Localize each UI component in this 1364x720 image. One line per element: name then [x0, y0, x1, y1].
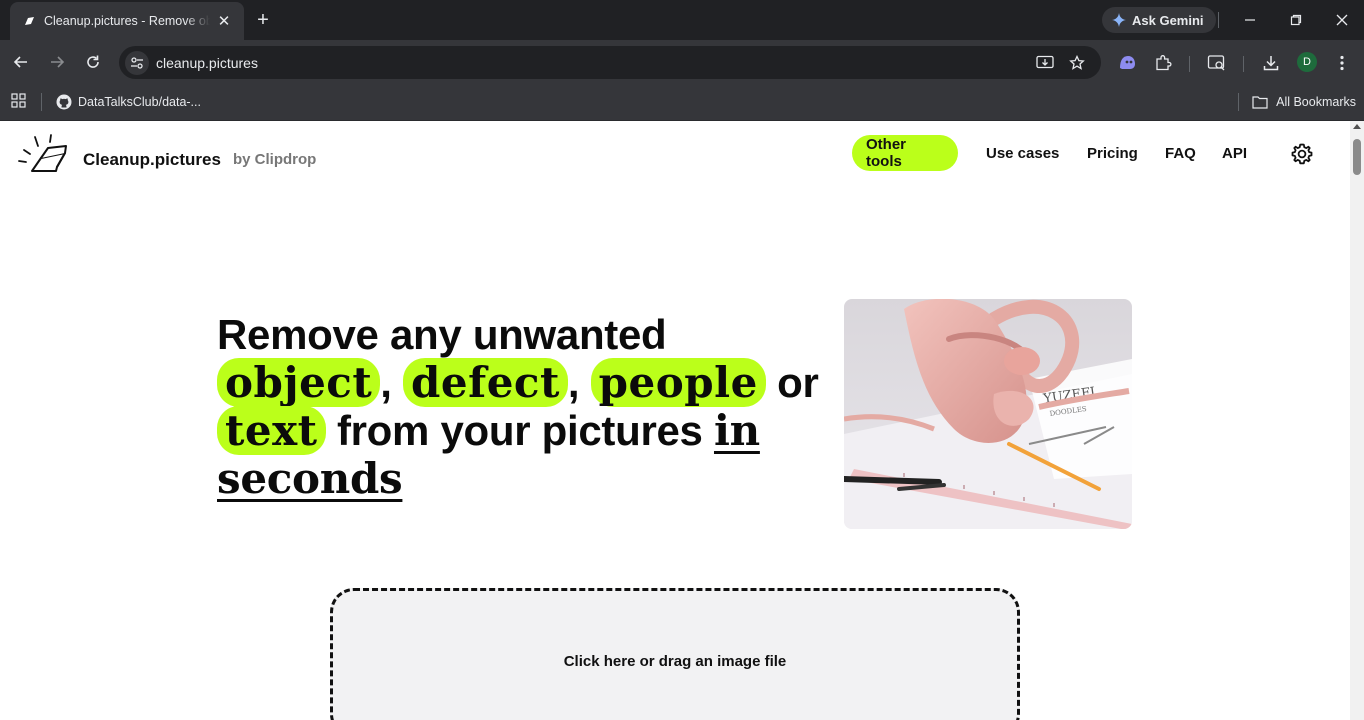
active-tab[interactable]: Cleanup.pictures - Remove objects ✕: [10, 2, 244, 40]
hero-example-photo: YUZEFI DOODLES: [844, 299, 1132, 529]
reload-icon[interactable]: [81, 50, 105, 74]
headline-seconds: seconds: [217, 454, 403, 503]
bookmark-datatalksclub[interactable]: DataTalksClub/data-...: [56, 92, 201, 112]
tab-bar: Cleanup.pictures - Remove objects ✕ + As…: [0, 0, 1364, 40]
extension-ghost-icon[interactable]: [1116, 52, 1138, 74]
headline-in: in: [713, 406, 760, 455]
brand-name[interactable]: Cleanup.pictures: [83, 150, 221, 170]
bookmarks-bar: DataTalksClub/data-... All Bookmarks: [0, 85, 1364, 121]
page-scrollbar[interactable]: [1350, 121, 1364, 720]
eraser-logo-icon[interactable]: [16, 133, 68, 175]
tab-search-icon[interactable]: [1206, 52, 1228, 74]
nav-use-cases[interactable]: Use cases: [986, 135, 1059, 171]
back-icon[interactable]: [9, 50, 33, 74]
hero-headline: Remove any unwanted object, defect, peop…: [217, 311, 827, 503]
all-bookmarks-label: All Bookmarks: [1276, 95, 1356, 109]
apps-grid-icon[interactable]: [11, 93, 27, 109]
close-window-icon[interactable]: [1330, 8, 1354, 32]
divider: [1238, 93, 1239, 111]
headline-part1: Remove any unwanted: [217, 311, 667, 358]
new-tab-icon[interactable]: +: [252, 9, 274, 31]
scroll-thumb[interactable]: [1353, 139, 1361, 175]
headline-or: or: [777, 359, 819, 406]
site-info-icon[interactable]: [125, 51, 149, 75]
divider: [41, 93, 42, 111]
menu-kebab-icon[interactable]: [1331, 52, 1353, 74]
bookmark-star-icon[interactable]: [1067, 53, 1087, 73]
nav-pricing[interactable]: Pricing: [1087, 135, 1138, 171]
dropzone-label: Click here or drag an image file: [563, 653, 787, 670]
ask-gemini-label: Ask Gemini: [1132, 12, 1204, 28]
all-bookmarks-button[interactable]: All Bookmarks: [1252, 92, 1356, 112]
nav-api[interactable]: API: [1222, 135, 1247, 171]
browser-toolbar: cleanup.pictures D: [0, 40, 1364, 85]
divider: [1218, 12, 1219, 28]
eraser-favicon-icon: [22, 14, 36, 28]
brand-by-clipdrop[interactable]: by Clipdrop: [233, 151, 316, 168]
install-app-icon[interactable]: [1035, 53, 1055, 73]
minimize-icon[interactable]: [1238, 8, 1262, 32]
comma: ,: [380, 359, 392, 406]
scroll-up-arrow-icon[interactable]: [1353, 124, 1361, 129]
page-content: Cleanup.pictures by Clipdrop Other tools…: [0, 121, 1350, 720]
restore-icon[interactable]: [1284, 8, 1308, 32]
highlight-people: people: [590, 358, 766, 407]
close-tab-icon[interactable]: ✕: [214, 11, 234, 31]
ask-gemini-button[interactable]: Ask Gemini: [1102, 7, 1216, 33]
highlight-defect: defect: [403, 358, 568, 407]
gemini-icon: [1112, 13, 1126, 27]
downloads-icon[interactable]: [1260, 52, 1282, 74]
headline-part2: from your pictures: [336, 407, 703, 454]
divider: [1243, 56, 1244, 72]
github-icon: [56, 94, 72, 110]
settings-gear-icon[interactable]: [1291, 143, 1313, 165]
url-text: cleanup.pictures: [156, 55, 258, 71]
profile-avatar[interactable]: D: [1297, 52, 1317, 72]
highlight-object: object: [217, 358, 381, 407]
extensions-puzzle-icon[interactable]: [1152, 52, 1174, 74]
forward-icon[interactable]: [45, 50, 69, 74]
image-dropzone[interactable]: Click here or drag an image file: [330, 588, 1020, 720]
address-bar[interactable]: cleanup.pictures: [119, 46, 1101, 79]
comma: ,: [567, 359, 580, 406]
other-tools-button[interactable]: Other tools: [852, 135, 958, 171]
bookmark-label: DataTalksClub/data-...: [78, 95, 201, 109]
divider: [1189, 56, 1190, 72]
folder-icon: [1252, 96, 1268, 109]
nav-faq[interactable]: FAQ: [1165, 135, 1196, 171]
tab-title: Cleanup.pictures - Remove objects: [44, 14, 210, 28]
highlight-text: text: [217, 406, 326, 455]
